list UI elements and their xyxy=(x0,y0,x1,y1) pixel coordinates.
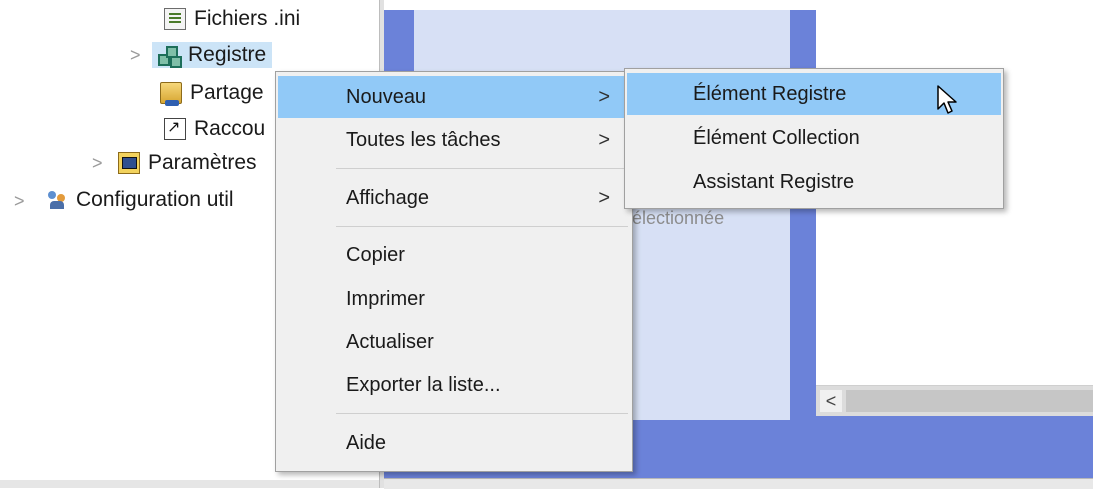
details-status-text: électionnée xyxy=(632,208,725,228)
menu-item-label: Exporter la liste... xyxy=(346,373,501,396)
bottom-tab-bar xyxy=(384,478,1093,489)
tree-item-partage[interactable]: Partage xyxy=(160,80,264,106)
menu-separator xyxy=(336,226,628,227)
ini-file-icon xyxy=(164,8,186,30)
users-icon xyxy=(46,189,68,211)
horizontal-scrollbar[interactable]: < xyxy=(816,385,1093,416)
scrollbar-thumb[interactable] xyxy=(846,390,1093,412)
menu-item-label: Nouveau xyxy=(346,85,427,108)
tree-item-label: Fichiers .ini xyxy=(194,7,301,30)
mouse-cursor-icon xyxy=(937,85,957,114)
menu-item-label: Aide xyxy=(346,431,387,454)
chevron-right-icon[interactable]: > xyxy=(130,46,141,64)
context-menu: Nouveau > Toutes les tâches > Affichage … xyxy=(275,71,633,472)
chevron-right-icon[interactable]: > xyxy=(14,192,25,210)
menu-item-label: Imprimer xyxy=(346,287,425,310)
shortcut-icon xyxy=(164,117,186,140)
menu-item-imprimer[interactable]: Imprimer xyxy=(278,278,630,320)
chevron-right-icon[interactable]: > xyxy=(92,154,103,172)
menu-item-label: Copier xyxy=(346,243,405,266)
menu-item-label: Assistant Registre xyxy=(693,170,855,193)
menu-item-label: Élément Registre xyxy=(693,82,847,105)
menu-item-actualiser[interactable]: Actualiser xyxy=(278,321,630,363)
menu-item-label: Actualiser xyxy=(346,330,434,353)
menu-item-label: Élément Collection xyxy=(693,126,860,149)
settings-folder-icon xyxy=(118,152,140,174)
menu-item-aide[interactable]: Aide xyxy=(278,422,630,464)
menu-item-toutes-les-taches[interactable]: Toutes les tâches > xyxy=(278,119,630,161)
menu-item-label: Toutes les tâches xyxy=(346,128,501,151)
tree-item-parametres[interactable]: Paramètres xyxy=(118,150,257,176)
menu-item-label: Affichage xyxy=(346,186,430,209)
tree-item-label: Paramètres xyxy=(148,151,257,174)
tree-item-label: Configuration util xyxy=(76,188,234,211)
submenu-item-element-collection[interactable]: Élément Collection xyxy=(627,117,1001,159)
chevron-right-icon: > xyxy=(598,186,610,209)
tree-item-raccourcis[interactable]: Raccou xyxy=(164,116,265,142)
submenu-item-assistant-registre[interactable]: Assistant Registre xyxy=(627,161,1001,203)
shared-folder-icon xyxy=(160,82,182,106)
tree-horizontal-scrollbar[interactable] xyxy=(0,480,380,488)
menu-item-exporter-la-liste[interactable]: Exporter la liste... xyxy=(278,364,630,406)
chevron-right-icon: > xyxy=(598,128,610,151)
tree-item-label: Registre xyxy=(188,43,267,66)
menu-item-nouveau[interactable]: Nouveau > xyxy=(278,76,630,118)
menu-separator xyxy=(336,413,628,414)
registry-icon xyxy=(158,44,182,68)
tree-item-label: Raccou xyxy=(194,117,266,140)
menu-item-copier[interactable]: Copier xyxy=(278,234,630,276)
chevron-right-icon: > xyxy=(598,85,610,108)
menu-separator xyxy=(336,168,628,169)
tree-item-label: Partage xyxy=(190,81,264,104)
menu-item-affichage[interactable]: Affichage > xyxy=(278,177,630,219)
scroll-left-icon[interactable]: < xyxy=(820,390,842,412)
tree-item-fichiers-ini[interactable]: Fichiers .ini xyxy=(164,6,300,32)
tree-item-registre[interactable]: Registre xyxy=(152,42,273,68)
tree-item-configuration-utilisateur[interactable]: Configuration util xyxy=(46,187,234,213)
